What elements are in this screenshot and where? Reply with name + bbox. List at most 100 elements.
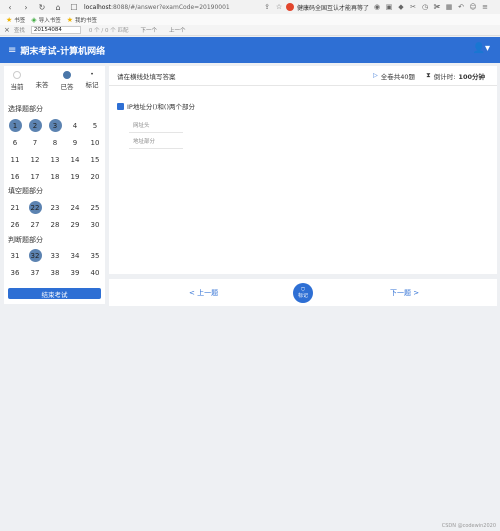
question-number-button[interactable]: 11 bbox=[5, 154, 25, 166]
find-prev-button[interactable]: 上一个 bbox=[169, 26, 186, 34]
answer-sheet: 当前 未答 已答 • 标记 选择题部分 1 2 3 4 5 6 7 8 9 10 11 12 13 14 1… bbox=[4, 66, 105, 304]
question-number-button[interactable]: 21 bbox=[5, 202, 25, 214]
question-number-button[interactable]: 32 bbox=[25, 249, 45, 262]
question-number-button[interactable]: 9 bbox=[65, 137, 85, 149]
question-number: 33 bbox=[50, 252, 60, 260]
legend: 当前 未答 已答 • 标记 bbox=[4, 70, 105, 94]
question-number: 18 bbox=[50, 173, 60, 181]
bookmark-item[interactable]: ★ 书签 bbox=[6, 16, 25, 24]
question-number-button[interactable]: 24 bbox=[65, 202, 85, 214]
question-number-button[interactable]: 4 bbox=[65, 120, 85, 132]
play-icon: ▷ bbox=[373, 72, 378, 79]
question-number-button[interactable]: 22 bbox=[25, 201, 45, 214]
question-number-button[interactable]: 13 bbox=[45, 154, 65, 166]
question-number: 11 bbox=[10, 156, 20, 164]
question-number: 27 bbox=[30, 221, 40, 229]
history-icon[interactable]: ◷ bbox=[420, 2, 430, 12]
question-number-button[interactable]: 37 bbox=[25, 267, 45, 279]
question-number-button[interactable]: 2 bbox=[25, 119, 45, 132]
question-number: 20 bbox=[90, 173, 100, 181]
question-number-button[interactable]: 10 bbox=[85, 137, 105, 149]
total-questions: ▷ 全卷共40题 bbox=[373, 71, 415, 81]
settings-menu-icon[interactable]: ≡ bbox=[480, 2, 490, 12]
question-number-button[interactable]: 23 bbox=[45, 202, 65, 214]
app-header: ≡ 期末考试-计算机网络 👤▾ bbox=[0, 37, 500, 63]
question-number-button[interactable]: 5 bbox=[85, 120, 105, 132]
question-number: 3 bbox=[52, 122, 58, 130]
question-panel: 请在横线处填写答案 ▷ 全卷共40题 ⧗ 倒计时: 100分钟 IP地址分()和… bbox=[109, 66, 497, 274]
address-bar[interactable]: localhost:8088/#/answer?examCode=2019000… bbox=[84, 1, 272, 13]
legend-flagged: • 标记 bbox=[80, 70, 104, 89]
watermark: CSDN @codewin2020 bbox=[441, 523, 496, 529]
user-menu-icon[interactable]: 👤▾ bbox=[473, 43, 490, 54]
close-find-icon[interactable]: × bbox=[4, 26, 10, 34]
current-dot-icon bbox=[13, 71, 21, 79]
question-number-button[interactable]: 34 bbox=[65, 250, 85, 262]
share-icon[interactable]: ⇪ bbox=[262, 2, 272, 12]
question-number-button[interactable]: 1 bbox=[5, 119, 25, 132]
blank-input-1[interactable]: 网址头 bbox=[129, 120, 183, 133]
question-text: IP地址分()和()两个部分 bbox=[127, 103, 195, 111]
mark-button[interactable]: ⛉ 标记 bbox=[293, 283, 313, 303]
next-question-button[interactable]: 下一题 > bbox=[390, 288, 419, 298]
refresh-icon[interactable]: ↻ bbox=[36, 1, 48, 13]
question-grid: 21 22 23 24 25 26 27 28 29 30 bbox=[4, 201, 105, 231]
question-number-button[interactable]: 29 bbox=[65, 219, 85, 231]
question-number-button[interactable]: 17 bbox=[25, 171, 45, 183]
tools-icon[interactable]: ✂ bbox=[408, 2, 418, 12]
question-number-button[interactable]: 16 bbox=[5, 171, 25, 183]
news-ticker[interactable]: 健康码全国互认才能再等了 bbox=[286, 1, 370, 13]
game-icon[interactable]: ▣ bbox=[384, 2, 394, 12]
back-icon[interactable]: ‹ bbox=[4, 1, 16, 13]
question-number-button[interactable]: 38 bbox=[45, 267, 65, 279]
find-next-button[interactable]: 下一个 bbox=[140, 26, 157, 34]
end-exam-button[interactable]: 结束考试 bbox=[8, 288, 101, 299]
question-number: 10 bbox=[90, 139, 100, 147]
question-number-button[interactable]: 18 bbox=[45, 171, 65, 183]
question-number-button[interactable]: 33 bbox=[45, 250, 65, 262]
question-number-button[interactable]: 20 bbox=[85, 171, 105, 183]
find-count: 0 个 / 0 个 匹配 bbox=[88, 28, 129, 34]
question-number-button[interactable]: 31 bbox=[5, 250, 25, 262]
question-number-button[interactable]: 39 bbox=[65, 267, 85, 279]
question-number-button[interactable]: 28 bbox=[45, 219, 65, 231]
favorite-icon[interactable]: ☆ bbox=[274, 2, 284, 12]
bookmark-label: 我的书签 bbox=[74, 17, 97, 24]
forward-icon[interactable]: › bbox=[20, 1, 32, 13]
question-number: 28 bbox=[50, 221, 60, 229]
find-input[interactable]: 20154084 bbox=[30, 26, 81, 34]
question-number-button[interactable]: 27 bbox=[25, 219, 45, 231]
question-number-button[interactable]: 25 bbox=[85, 202, 105, 214]
question-number-button[interactable]: 7 bbox=[25, 137, 45, 149]
account-icon[interactable]: ☺ bbox=[468, 2, 478, 12]
blank-input-2[interactable]: 地址部分 bbox=[129, 136, 183, 149]
reading-list-icon[interactable]: ☐ bbox=[68, 1, 80, 13]
prev-question-button[interactable]: < 上一题 bbox=[189, 288, 218, 298]
question-number-button[interactable]: 6 bbox=[5, 137, 25, 149]
question-number: 25 bbox=[90, 204, 100, 212]
question-number-button[interactable]: 15 bbox=[85, 154, 105, 166]
question-number-button[interactable]: 36 bbox=[5, 267, 25, 279]
question-number-button[interactable]: 12 bbox=[25, 154, 45, 166]
collections-icon[interactable]: ▦ bbox=[444, 2, 454, 12]
question-number-button[interactable]: 8 bbox=[45, 137, 65, 149]
undo-icon[interactable]: ↶ bbox=[456, 2, 466, 12]
bookmark-mine[interactable]: ★ 我的书签 bbox=[67, 16, 97, 24]
home-icon[interactable]: ⌂ bbox=[52, 1, 64, 13]
question-number-button[interactable]: 3 bbox=[45, 119, 65, 132]
import-icon: ◈ bbox=[31, 15, 37, 24]
adblock-icon[interactable]: ◆ bbox=[396, 2, 406, 12]
question-number-button[interactable]: 40 bbox=[85, 267, 105, 279]
question-number-button[interactable]: 30 bbox=[85, 219, 105, 231]
question-number-button[interactable]: 19 bbox=[65, 171, 85, 183]
question-number-button[interactable]: 14 bbox=[65, 154, 85, 166]
question-number-button[interactable]: 26 bbox=[5, 219, 25, 231]
question-number: 8 bbox=[52, 139, 58, 147]
question-number-button[interactable]: 35 bbox=[85, 250, 105, 262]
bookmarks-bar: ★ 书签 ◈ 导入书签 ★ 我的书签 bbox=[0, 14, 500, 25]
instruction-text: 请在横线处填写答案 bbox=[117, 72, 176, 81]
extension-icon[interactable]: ◉ bbox=[372, 2, 382, 12]
screenshot-icon[interactable]: ✀ bbox=[432, 2, 442, 12]
bookmark-import[interactable]: ◈ 导入书签 bbox=[31, 16, 60, 24]
menu-icon[interactable]: ≡ bbox=[8, 45, 16, 56]
